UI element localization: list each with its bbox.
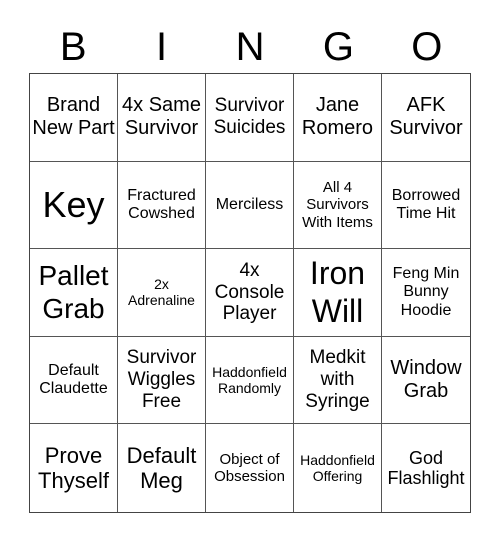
header-letter-i: I xyxy=(156,25,168,69)
bingo-cell[interactable]: Fractured Cowshed xyxy=(118,161,206,250)
bingo-header: B I N G O xyxy=(29,22,471,72)
bingo-cell[interactable]: Prove Thyself xyxy=(30,424,118,512)
bingo-cell[interactable]: Brand New Part xyxy=(30,74,118,162)
bingo-cell[interactable]: Survivor Wiggles Free xyxy=(118,336,206,425)
bingo-cell[interactable]: All 4 Survivors With Items xyxy=(294,161,382,250)
bingo-cell[interactable]: Iron Will xyxy=(294,249,382,337)
header-letter-n: N xyxy=(235,25,265,69)
bingo-cell[interactable]: Borrowed Time Hit xyxy=(382,162,470,250)
bingo-cell[interactable]: Jane Romero xyxy=(294,74,382,162)
header-letter-b: B xyxy=(59,25,87,69)
bingo-cell[interactable]: Haddonfield Offering xyxy=(294,424,382,512)
bingo-cell[interactable]: Default Claudette xyxy=(30,336,118,425)
bingo-cell[interactable]: Pallet Grab xyxy=(30,249,118,337)
bingo-cell[interactable]: 4x Same Survivor xyxy=(118,74,206,162)
bingo-cell[interactable]: Object of Obsession xyxy=(206,424,294,512)
bingo-cell[interactable]: Window Grab xyxy=(382,337,470,425)
bingo-cell[interactable]: AFK Survivor xyxy=(382,74,470,162)
bingo-cell[interactable]: Merciless xyxy=(206,161,294,250)
bingo-cell[interactable]: Haddonfield Randomly xyxy=(206,336,294,425)
bingo-cell[interactable]: Feng Min Bunny Hoodie xyxy=(382,249,470,337)
bingo-cell[interactable]: Key xyxy=(30,161,118,250)
header-letter-o: O xyxy=(411,25,443,69)
bingo-cell[interactable]: Medkit with Syringe xyxy=(294,336,382,425)
header-letter-g: G xyxy=(322,25,354,69)
bingo-grid: Brand New Part 4x Same Survivor Survivor… xyxy=(29,73,471,513)
bingo-cell[interactable]: 4x Console Player xyxy=(206,249,294,337)
bingo-cell[interactable]: Default Meg xyxy=(118,424,206,512)
bingo-cell[interactable]: 2x Adrenaline xyxy=(118,249,206,337)
bingo-cell[interactable]: God Flashlight xyxy=(382,424,470,512)
bingo-cell[interactable]: Survivor Suicides xyxy=(206,74,294,162)
